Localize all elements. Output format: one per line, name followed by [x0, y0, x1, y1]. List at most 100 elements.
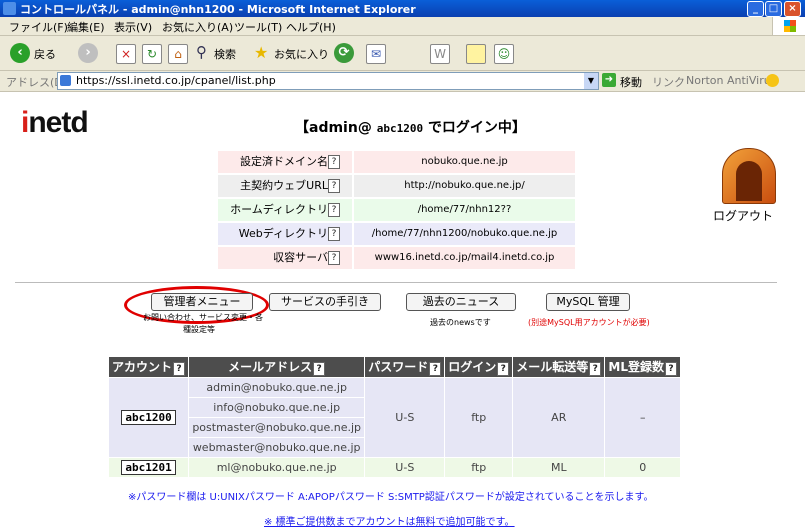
info-row-domain: 設定済ドメイン名 ? nobuko.que.ne.jp	[218, 151, 575, 173]
account-cell: abc1201	[107, 457, 190, 478]
history-icon[interactable]: ⟳	[334, 43, 354, 63]
address-url: https://ssl.inetd.co.jp/cpanel/list.php	[76, 74, 276, 87]
header-email: メールアドレス?	[188, 356, 366, 378]
help-icon[interactable]: ?	[429, 362, 442, 376]
header-password: パスワード?	[364, 356, 446, 378]
page-icon	[60, 75, 71, 86]
menu-favorites[interactable]: お気に入り(A)	[162, 19, 233, 35]
help-icon[interactable]: ?	[313, 362, 326, 376]
note-icon[interactable]	[466, 44, 486, 64]
back-label: 戻る	[34, 48, 56, 61]
mysql-button[interactable]: MySQL 管理	[546, 293, 630, 311]
forward-cell: AR	[512, 377, 606, 458]
info-row-server: 収容サーバ ? www16.inetd.co.jp/mail4.inetd.co…	[218, 247, 575, 269]
account-table: アカウント? メールアドレス? パスワード? ログイン? メール転送等? ML登…	[107, 356, 681, 478]
table-header: アカウント? メールアドレス? パスワード? ログイン? メール転送等? ML登…	[107, 356, 681, 378]
login-user: admin@	[309, 120, 372, 136]
inetd-logo: inetd	[21, 106, 89, 139]
account-button[interactable]: abc1201	[121, 460, 176, 475]
norton-label[interactable]: Norton AntiVirus	[686, 74, 776, 87]
help-icon[interactable]: ?	[497, 362, 510, 376]
go-button[interactable]: 移動	[620, 74, 642, 90]
back-arrow-icon: ‹	[10, 43, 30, 63]
login-suffix: でログイン中	[427, 120, 512, 136]
help-icon[interactable]: ?	[665, 362, 678, 376]
menu-tools[interactable]: ツール(T)	[234, 19, 282, 35]
info-row-home: ホームディレクトリ ? /home/77/nhn12??	[218, 199, 575, 221]
mail-icon[interactable]: ✉	[366, 44, 386, 64]
close-button[interactable]: ×	[784, 1, 801, 17]
help-icon[interactable]: ?	[328, 155, 340, 169]
forward-button[interactable]: ›	[78, 43, 98, 63]
email-link[interactable]: info@nobuko.que.ne.jp	[188, 397, 366, 418]
admin-menu-button[interactable]: 管理者メニュー	[151, 293, 253, 311]
info-row-url: 主契約ウェブURL ? http://nobuko.que.ne.jp/	[218, 175, 575, 197]
stop-icon[interactable]: ×	[116, 44, 136, 64]
email-link[interactable]: webmaster@nobuko.que.ne.jp	[188, 437, 366, 458]
ml-count-cell: 0	[604, 457, 681, 478]
address-dropdown-icon[interactable]: ▼	[584, 73, 598, 89]
help-icon[interactable]: ?	[328, 227, 340, 241]
account-button[interactable]: abc1200	[121, 410, 176, 425]
login-account: abc1200	[376, 122, 424, 135]
menu-view[interactable]: 表示(V)	[114, 19, 152, 35]
help-icon[interactable]: ?	[328, 251, 340, 265]
password-footnote: ※パスワード欄は U:UNIXパスワード A:APOPパスワード S:SMTP認…	[128, 492, 654, 503]
maximize-button[interactable]: □	[765, 1, 782, 17]
page-content: inetd 【admin@ abc1200 でログイン中】 設定済ドメイン名 ?…	[0, 92, 805, 531]
mysql-note: (別途MySQL用アカウントが必要)	[528, 318, 650, 327]
email-link[interactable]: postmaster@nobuko.que.ne.jp	[188, 417, 366, 438]
help-icon[interactable]: ?	[328, 203, 340, 217]
info-value: /home/77/nhn12??	[354, 199, 575, 221]
divider	[15, 282, 777, 283]
email-link[interactable]: admin@nobuko.que.ne.jp	[188, 377, 366, 398]
address-input[interactable]: https://ssl.inetd.co.jp/cpanel/list.php …	[57, 72, 599, 90]
edit-icon[interactable]: W	[430, 44, 450, 64]
header-forward: メール転送等?	[512, 356, 606, 378]
back-button[interactable]: ‹ 戻る	[10, 43, 70, 63]
windows-logo-icon	[772, 17, 805, 35]
search-button[interactable]: ⚲ 検索	[196, 43, 246, 63]
login-status: 【admin@ abc1200 でログイン中】	[295, 120, 526, 136]
address-bar: アドレス(D) https://ssl.inetd.co.jp/cpanel/l…	[0, 71, 805, 92]
menu-bar: ファイル(F) 編集(E) 表示(V) お気に入り(A) ツール(T) ヘルプ(…	[0, 17, 805, 36]
logout-link[interactable]: ログアウト	[713, 207, 773, 224]
help-icon[interactable]: ?	[173, 362, 186, 376]
search-icon: ⚲	[196, 43, 207, 61]
logout-door-icon[interactable]	[722, 148, 776, 204]
past-news-button[interactable]: 過去のニュース	[406, 293, 516, 311]
account-info-table: 設定済ドメイン名 ? nobuko.que.ne.jp 主契約ウェブURL ? …	[218, 151, 575, 271]
star-icon: ★	[254, 43, 269, 62]
table-row: abc1200 admin@nobuko.que.ne.jp U-S ftp A…	[107, 377, 681, 458]
help-icon[interactable]: ?	[328, 179, 340, 193]
table-row: abc1201 ml@nobuko.que.ne.jp U-S ftp ML 0	[107, 457, 681, 478]
help-icon[interactable]: ?	[589, 362, 602, 376]
norton-icon[interactable]	[766, 74, 779, 87]
admin-note: お問い合わせ、サービス変更・各	[143, 313, 263, 322]
menu-file[interactable]: ファイル(F)	[9, 19, 68, 35]
minimize-button[interactable]: _	[747, 1, 764, 17]
login-cell: ftp	[444, 457, 514, 478]
menu-edit[interactable]: 編集(E)	[67, 19, 105, 35]
search-label: 検索	[214, 48, 236, 61]
login-cell: ftp	[444, 377, 514, 458]
info-row-webdir: Webディレクトリ ? /home/77/nhn1200/nobuko.que.…	[218, 223, 575, 245]
add-account-link[interactable]: ※ 標準ご提供数までアカウントは無料で追加可能です。	[264, 513, 515, 528]
password-cell: U-S	[364, 457, 446, 478]
ie-icon	[3, 2, 16, 15]
account-cell: abc1200	[107, 377, 190, 458]
title-bar: コントロールパネル - admin@nhn1200 - Microsoft In…	[0, 0, 805, 17]
service-guide-button[interactable]: サービスの手引き	[269, 293, 381, 311]
favorites-button[interactable]: ★ お気に入り	[254, 43, 329, 63]
home-icon[interactable]: ⌂	[168, 44, 188, 64]
messenger-icon[interactable]: ☺	[494, 44, 514, 64]
links-label[interactable]: リンク	[652, 74, 685, 90]
favorites-label: お気に入り	[274, 48, 329, 61]
info-value: nobuko.que.ne.jp	[354, 151, 575, 173]
go-arrow-icon[interactable]: ➜	[602, 73, 616, 87]
info-value: /home/77/nhn1200/nobuko.que.ne.jp	[354, 223, 575, 245]
menu-help[interactable]: ヘルプ(H)	[286, 19, 336, 35]
refresh-icon[interactable]: ↻	[142, 44, 162, 64]
news-note: 過去のnewsです	[430, 318, 491, 327]
email-link[interactable]: ml@nobuko.que.ne.jp	[188, 457, 366, 478]
